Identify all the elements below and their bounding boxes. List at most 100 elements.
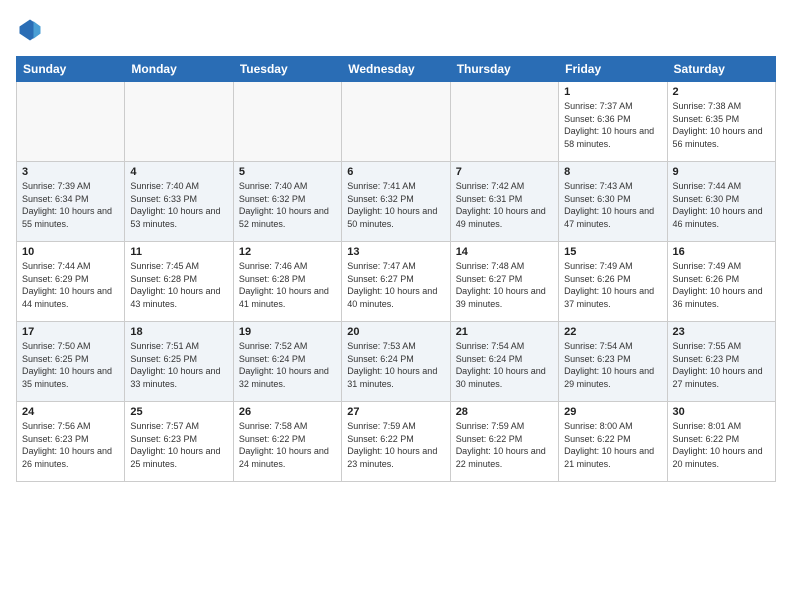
calendar-cell bbox=[450, 82, 558, 162]
day-info: Sunrise: 7:53 AMSunset: 6:24 PMDaylight:… bbox=[347, 340, 444, 390]
calendar-cell: 12 Sunrise: 7:46 AMSunset: 6:28 PMDayligh… bbox=[233, 242, 341, 322]
day-info: Sunrise: 7:49 AMSunset: 6:26 PMDaylight:… bbox=[564, 260, 661, 310]
day-info: Sunrise: 7:55 AMSunset: 6:23 PMDaylight:… bbox=[673, 340, 770, 390]
day-info: Sunrise: 7:45 AMSunset: 6:28 PMDaylight:… bbox=[130, 260, 227, 310]
day-info: Sunrise: 7:54 AMSunset: 6:23 PMDaylight:… bbox=[564, 340, 661, 390]
day-number: 18 bbox=[130, 326, 227, 338]
calendar-cell: 16 Sunrise: 7:49 AMSunset: 6:26 PMDayligh… bbox=[667, 242, 775, 322]
day-info: Sunrise: 7:50 AMSunset: 6:25 PMDaylight:… bbox=[22, 340, 119, 390]
day-info: Sunrise: 7:40 AMSunset: 6:33 PMDaylight:… bbox=[130, 180, 227, 230]
day-number: 5 bbox=[239, 166, 336, 178]
calendar-cell bbox=[233, 82, 341, 162]
calendar-cell bbox=[125, 82, 233, 162]
day-info: Sunrise: 7:54 AMSunset: 6:24 PMDaylight:… bbox=[456, 340, 553, 390]
day-number: 23 bbox=[673, 326, 770, 338]
day-number: 15 bbox=[564, 246, 661, 258]
day-info: Sunrise: 7:40 AMSunset: 6:32 PMDaylight:… bbox=[239, 180, 336, 230]
calendar-cell: 3 Sunrise: 7:39 AMSunset: 6:34 PMDaylight… bbox=[17, 162, 125, 242]
calendar-cell: 8 Sunrise: 7:43 AMSunset: 6:30 PMDaylight… bbox=[559, 162, 667, 242]
calendar-cell: 5 Sunrise: 7:40 AMSunset: 6:32 PMDaylight… bbox=[233, 162, 341, 242]
day-info: Sunrise: 7:58 AMSunset: 6:22 PMDaylight:… bbox=[239, 420, 336, 470]
day-number: 22 bbox=[564, 326, 661, 338]
day-info: Sunrise: 7:56 AMSunset: 6:23 PMDaylight:… bbox=[22, 420, 119, 470]
calendar-table: SundayMondayTuesdayWednesdayThursdayFrid… bbox=[16, 56, 776, 482]
calendar-week-4: 17 Sunrise: 7:50 AMSunset: 6:25 PMDayligh… bbox=[17, 322, 776, 402]
weekday-header-sunday: Sunday bbox=[17, 57, 125, 82]
calendar-cell: 22 Sunrise: 7:54 AMSunset: 6:23 PMDayligh… bbox=[559, 322, 667, 402]
page-header bbox=[16, 16, 776, 44]
day-info: Sunrise: 7:46 AMSunset: 6:28 PMDaylight:… bbox=[239, 260, 336, 310]
day-number: 17 bbox=[22, 326, 119, 338]
weekday-header-tuesday: Tuesday bbox=[233, 57, 341, 82]
calendar-cell: 18 Sunrise: 7:51 AMSunset: 6:25 PMDayligh… bbox=[125, 322, 233, 402]
calendar-cell: 24 Sunrise: 7:56 AMSunset: 6:23 PMDayligh… bbox=[17, 402, 125, 482]
calendar-cell: 10 Sunrise: 7:44 AMSunset: 6:29 PMDayligh… bbox=[17, 242, 125, 322]
day-info: Sunrise: 7:44 AMSunset: 6:29 PMDaylight:… bbox=[22, 260, 119, 310]
day-info: Sunrise: 7:59 AMSunset: 6:22 PMDaylight:… bbox=[456, 420, 553, 470]
logo-icon bbox=[16, 16, 44, 44]
calendar-cell: 13Sunrise: 7:47 AMSunset: 6:27 PMDayligh… bbox=[342, 242, 450, 322]
calendar-cell: 23 Sunrise: 7:55 AMSunset: 6:23 PMDayligh… bbox=[667, 322, 775, 402]
day-number: 16 bbox=[673, 246, 770, 258]
calendar-cell: 27 Sunrise: 7:59 AMSunset: 6:22 PMDayligh… bbox=[342, 402, 450, 482]
day-number: 10 bbox=[22, 246, 119, 258]
day-number: 3 bbox=[22, 166, 119, 178]
calendar-cell: 2 Sunrise: 7:38 AMSunset: 6:35 PMDaylight… bbox=[667, 82, 775, 162]
calendar-cell: 9Sunrise: 7:44 AMSunset: 6:30 PMDaylight… bbox=[667, 162, 775, 242]
calendar-cell: 7 Sunrise: 7:42 AMSunset: 6:31 PMDaylight… bbox=[450, 162, 558, 242]
day-info: Sunrise: 8:01 AMSunset: 6:22 PMDaylight:… bbox=[673, 420, 770, 470]
day-number: 19 bbox=[239, 326, 336, 338]
day-number: 11 bbox=[130, 246, 227, 258]
calendar-cell: 25 Sunrise: 7:57 AMSunset: 6:23 PMDayligh… bbox=[125, 402, 233, 482]
calendar-cell: 21 Sunrise: 7:54 AMSunset: 6:24 PMDayligh… bbox=[450, 322, 558, 402]
day-number: 27 bbox=[347, 406, 444, 418]
day-number: 12 bbox=[239, 246, 336, 258]
calendar-cell: 15 Sunrise: 7:49 AMSunset: 6:26 PMDayligh… bbox=[559, 242, 667, 322]
day-info: Sunrise: 8:00 AMSunset: 6:22 PMDaylight:… bbox=[564, 420, 661, 470]
calendar-cell: 26 Sunrise: 7:58 AMSunset: 6:22 PMDayligh… bbox=[233, 402, 341, 482]
day-number: 2 bbox=[673, 86, 770, 98]
day-info: Sunrise: 7:47 AMSunset: 6:27 PMDaylight:… bbox=[347, 260, 444, 310]
day-info: Sunrise: 7:43 AMSunset: 6:30 PMDaylight:… bbox=[564, 180, 661, 230]
day-info: Sunrise: 7:42 AMSunset: 6:31 PMDaylight:… bbox=[456, 180, 553, 230]
day-number: 24 bbox=[22, 406, 119, 418]
day-info: Sunrise: 7:44 AMSunset: 6:30 PMDaylight:… bbox=[673, 180, 770, 230]
day-number: 8 bbox=[564, 166, 661, 178]
calendar-cell: 1 Sunrise: 7:37 AMSunset: 6:36 PMDaylight… bbox=[559, 82, 667, 162]
day-number: 28 bbox=[456, 406, 553, 418]
day-info: Sunrise: 7:51 AMSunset: 6:25 PMDaylight:… bbox=[130, 340, 227, 390]
calendar-week-3: 10 Sunrise: 7:44 AMSunset: 6:29 PMDayligh… bbox=[17, 242, 776, 322]
day-number: 29 bbox=[564, 406, 661, 418]
calendar-cell: 4Sunrise: 7:40 AMSunset: 6:33 PMDaylight… bbox=[125, 162, 233, 242]
weekday-header-monday: Monday bbox=[125, 57, 233, 82]
logo bbox=[16, 16, 48, 44]
weekday-header-row: SundayMondayTuesdayWednesdayThursdayFrid… bbox=[17, 57, 776, 82]
day-info: Sunrise: 7:57 AMSunset: 6:23 PMDaylight:… bbox=[130, 420, 227, 470]
day-info: Sunrise: 7:37 AMSunset: 6:36 PMDaylight:… bbox=[564, 100, 661, 150]
day-info: Sunrise: 7:59 AMSunset: 6:22 PMDaylight:… bbox=[347, 420, 444, 470]
calendar-week-1: 1 Sunrise: 7:37 AMSunset: 6:36 PMDaylight… bbox=[17, 82, 776, 162]
weekday-header-thursday: Thursday bbox=[450, 57, 558, 82]
weekday-header-wednesday: Wednesday bbox=[342, 57, 450, 82]
weekday-header-friday: Friday bbox=[559, 57, 667, 82]
calendar-week-2: 3 Sunrise: 7:39 AMSunset: 6:34 PMDaylight… bbox=[17, 162, 776, 242]
day-number: 1 bbox=[564, 86, 661, 98]
calendar-cell: 20Sunrise: 7:53 AMSunset: 6:24 PMDayligh… bbox=[342, 322, 450, 402]
day-info: Sunrise: 7:38 AMSunset: 6:35 PMDaylight:… bbox=[673, 100, 770, 150]
day-info: Sunrise: 7:39 AMSunset: 6:34 PMDaylight:… bbox=[22, 180, 119, 230]
day-info: Sunrise: 7:48 AMSunset: 6:27 PMDaylight:… bbox=[456, 260, 553, 310]
day-number: 30 bbox=[673, 406, 770, 418]
day-number: 26 bbox=[239, 406, 336, 418]
calendar-cell: 6Sunrise: 7:41 AMSunset: 6:32 PMDaylight… bbox=[342, 162, 450, 242]
day-number: 7 bbox=[456, 166, 553, 178]
day-number: 14 bbox=[456, 246, 553, 258]
calendar-week-5: 24 Sunrise: 7:56 AMSunset: 6:23 PMDayligh… bbox=[17, 402, 776, 482]
calendar-cell: 28 Sunrise: 7:59 AMSunset: 6:22 PMDayligh… bbox=[450, 402, 558, 482]
calendar-cell: 14 Sunrise: 7:48 AMSunset: 6:27 PMDayligh… bbox=[450, 242, 558, 322]
calendar-cell bbox=[17, 82, 125, 162]
day-info: Sunrise: 7:49 AMSunset: 6:26 PMDaylight:… bbox=[673, 260, 770, 310]
day-info: Sunrise: 7:41 AMSunset: 6:32 PMDaylight:… bbox=[347, 180, 444, 230]
day-number: 21 bbox=[456, 326, 553, 338]
day-number: 25 bbox=[130, 406, 227, 418]
calendar-cell: 17 Sunrise: 7:50 AMSunset: 6:25 PMDayligh… bbox=[17, 322, 125, 402]
